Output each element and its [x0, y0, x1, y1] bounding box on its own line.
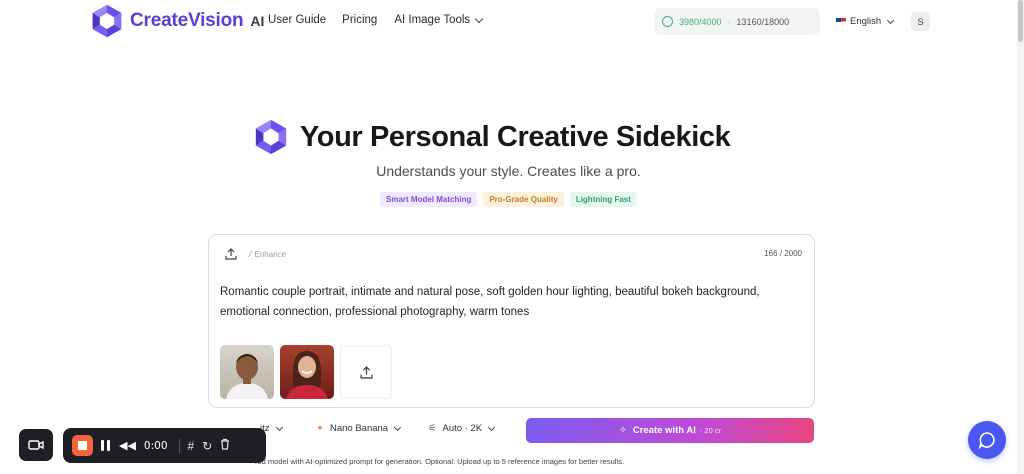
page-title: Your Personal Creative Sidekick [300, 120, 731, 153]
create-label: Create with AI [632, 425, 696, 436]
chevron-down-icon [275, 423, 283, 431]
trash-icon[interactable] [220, 438, 230, 453]
chat-support-button[interactable] [968, 421, 1006, 459]
recording-controls: ◀◀ 0:00 # ↻ [63, 428, 266, 463]
user-avatar[interactable]: S [911, 12, 930, 31]
total-credits: 13160/18000 [736, 16, 790, 27]
scrollbar-thumb[interactable] [1018, 0, 1023, 42]
lock-icon [662, 16, 673, 27]
top-navbar: CreateVision AI User Guide Pricing AI Im… [0, 0, 1017, 44]
page-subtitle: Understands your style. Creates like a p… [376, 163, 641, 179]
chat-icon [978, 432, 995, 449]
wand-icon: ⁄ [250, 249, 252, 259]
bolt-icon: ✦ [316, 423, 324, 434]
chevron-down-icon [887, 16, 895, 24]
camera-toggle-button[interactable] [19, 429, 53, 461]
add-reference-button[interactable] [340, 345, 392, 399]
upload-icon [359, 365, 373, 379]
nav-pricing[interactable]: Pricing [342, 14, 377, 26]
reference-image-man[interactable] [220, 345, 274, 399]
model-select-secondary[interactable]: ✦ Nano Banana [316, 423, 402, 434]
model-secondary-label: Nano Banana [329, 423, 389, 434]
logo-mark-icon [255, 119, 287, 155]
sparkle-icon: ✧ [618, 425, 627, 436]
badge-pro-quality: Pro-Grade Quality [483, 192, 564, 207]
daily-credits: 3980/4000 [679, 16, 722, 27]
enhance-button[interactable]: ⁄ Enhance [250, 249, 286, 259]
hero-heading: Your Personal Creative Sidekick [252, 118, 731, 156]
stop-recording-button[interactable] [72, 435, 93, 456]
credits-display[interactable]: 3980/4000 · 13160/18000 [654, 8, 820, 35]
chevron-down-icon [488, 423, 496, 431]
badge-smart-model: Smart Model Matching [380, 192, 478, 207]
nav-ai-image-tools[interactable]: AI Image Tools [394, 14, 484, 26]
pause-icon [101, 440, 104, 451]
nav-ai-image-tools-label: AI Image Tools [394, 14, 471, 26]
reference-image-woman[interactable] [280, 345, 334, 399]
quality-select[interactable]: ⚟ Auto · 2K [428, 423, 496, 434]
chevron-down-icon [474, 14, 484, 23]
nav-user-guide[interactable]: User Guide [268, 14, 326, 26]
recording-timer: 0:00 [143, 439, 168, 452]
credits-separator: · [727, 16, 731, 27]
language-selector[interactable]: English [836, 16, 895, 27]
badge-lightning-fast: Lightning Fast [569, 192, 637, 207]
stop-icon [78, 441, 87, 450]
rewind-button[interactable]: ◀◀ [119, 439, 136, 452]
upload-icon[interactable] [225, 247, 237, 265]
sliders-icon: ⚟ [428, 423, 437, 434]
brand-name: CreateVision [130, 10, 244, 31]
reset-icon[interactable]: ↻ [202, 439, 212, 453]
prompt-card: ⁄ Enhance 166 / 2000 Romantic couple por… [208, 234, 815, 408]
brand-logo[interactable]: CreateVision AI [89, 3, 264, 39]
page-scrollbar[interactable] [1017, 0, 1024, 474]
flag-icon [836, 18, 846, 25]
enhance-label: Enhance [254, 249, 287, 259]
divider [178, 438, 180, 453]
create-with-ai-button[interactable]: ✧ Create with AI · 20 cr [526, 418, 814, 443]
helper-text: red model with AI-optimized prompt for g… [255, 457, 625, 466]
grid-icon[interactable]: # [188, 439, 195, 453]
camera-icon [28, 440, 44, 450]
feature-badges: Smart Model Matching Pro-Grade Quality L… [380, 192, 637, 207]
char-counter: 166 / 2000 [764, 249, 802, 258]
logo-mark-icon [92, 4, 122, 38]
create-cost: · 20 cr [699, 426, 722, 435]
chevron-down-icon [394, 423, 402, 431]
main-nav: User Guide Pricing AI Image Tools [268, 14, 484, 26]
prompt-textarea[interactable]: Romantic couple portrait, intimate and n… [220, 283, 805, 322]
quality-label: Auto · 2K [442, 423, 483, 434]
reference-images [220, 345, 392, 399]
brand-suffix: AI [250, 13, 265, 29]
pause-button[interactable] [101, 440, 110, 451]
language-label: English [850, 16, 882, 27]
